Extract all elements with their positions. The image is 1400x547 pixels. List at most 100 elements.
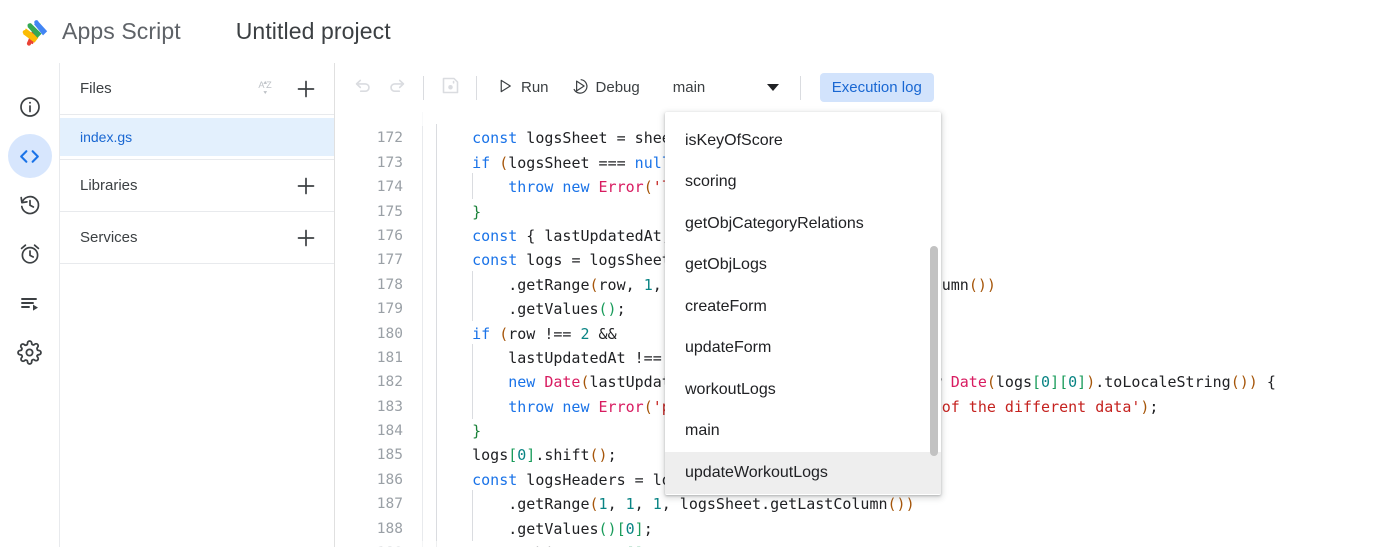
code-text: const logs = logsSheet: [436, 246, 671, 273]
code-text: .getValues()[0];: [436, 514, 653, 542]
line-number: 179: [376, 301, 403, 318]
line-number: 177: [376, 252, 403, 269]
add-library-button[interactable]: [292, 172, 320, 200]
function-dropdown-item-label: updateWorkoutLogs: [685, 463, 828, 481]
sidebar-item-triggers-history[interactable]: [8, 183, 52, 227]
sidebar-item-overview[interactable]: [8, 85, 52, 129]
gutter-divider: [416, 150, 436, 176]
services-header-label: Services: [80, 229, 138, 246]
code-token: ,: [634, 495, 653, 514]
function-dropdown-item[interactable]: scoring: [665, 162, 941, 204]
code-token: (: [589, 495, 599, 514]
debug-button[interactable]: Debug: [561, 72, 650, 104]
code-token: 0: [517, 446, 527, 465]
function-dropdown-item[interactable]: isKeyOfScore: [665, 120, 941, 162]
indent-guide: [436, 173, 472, 200]
run-button[interactable]: Run: [486, 72, 559, 104]
code-token: logs: [472, 446, 509, 465]
code-token: (: [643, 397, 653, 416]
code-token: .shift: [535, 446, 590, 465]
redo-button[interactable]: [380, 71, 414, 105]
indent-guide: [436, 148, 472, 176]
indent-guide: [436, 417, 472, 444]
code-token: ;: [616, 300, 626, 319]
code-text: .getValues();: [436, 295, 626, 322]
code-token: new: [562, 397, 599, 416]
function-select[interactable]: main: [660, 70, 791, 105]
line-number: 184: [376, 423, 403, 440]
code-token: ): [1086, 373, 1096, 392]
sidebar-item-triggers[interactable]: [8, 232, 52, 276]
code-token: new: [562, 178, 599, 197]
execution-log-button[interactable]: Execution log: [819, 73, 934, 102]
code-token: , logsSheet.getLastColumn: [661, 495, 888, 514]
info-icon: [18, 95, 42, 119]
save-floppy-icon: [440, 75, 461, 101]
code-token: ]: [1050, 373, 1060, 392]
code-token: 2: [580, 324, 590, 343]
indent-guide: [472, 514, 508, 542]
gutter-divider: [416, 272, 436, 298]
indent-guide: [472, 368, 508, 395]
code-token: const: [472, 470, 527, 489]
code-text: if (logsSheet === null) {: [436, 148, 698, 176]
sidebar-item-executions[interactable]: [8, 281, 52, 325]
line-number: 173: [376, 154, 403, 171]
function-dropdown-menu: isKeyOfScore scoring getObjCategoryRelatio…: [665, 112, 941, 495]
code-token: 0: [1068, 373, 1078, 392]
function-dropdown-item[interactable]: main: [665, 411, 941, 453]
sort-az-icon[interactable]: A Z: [254, 75, 282, 103]
code-token: (: [643, 178, 653, 197]
gear-icon: [17, 339, 42, 365]
code-token: (: [499, 153, 509, 172]
function-dropdown-item[interactable]: workoutLogs: [665, 369, 941, 411]
dropdown-scrollbar[interactable]: [930, 246, 938, 456]
gutter-divider: [416, 321, 436, 347]
code-token: ): [905, 495, 915, 514]
sidebar-item-editor[interactable]: [7, 134, 52, 178]
apps-script-logo-icon[interactable]: [14, 12, 58, 52]
code-text: }: [436, 197, 481, 224]
libraries-section-header[interactable]: Libraries: [60, 160, 334, 212]
function-dropdown-item[interactable]: updateWorkoutLogs: [665, 452, 941, 494]
save-button[interactable]: [433, 71, 467, 105]
function-dropdown-item[interactable]: getObjLogs: [665, 245, 941, 287]
services-section-header[interactable]: Services: [60, 212, 334, 264]
add-service-button[interactable]: [292, 224, 320, 252]
file-name-label: index.gs: [80, 129, 133, 145]
indent-guide: [436, 246, 472, 273]
add-file-button[interactable]: [292, 75, 320, 103]
undo-icon: [352, 74, 374, 101]
code-token: (): [598, 519, 617, 538]
code-token: lastUpdatedAt !==: [508, 348, 671, 367]
code-token: 1: [598, 495, 608, 514]
gutter-divider: [416, 541, 436, 547]
code-token: &&: [589, 324, 617, 343]
function-dropdown-item-label: getObjCategoryRelations: [685, 214, 864, 232]
code-token: (): [887, 495, 906, 514]
gutter-divider: [416, 467, 436, 493]
code-token: logs: [995, 373, 1033, 392]
gutter-divider: [416, 492, 436, 518]
code-token: ]: [634, 519, 644, 538]
code-token: logsSheet ===: [508, 153, 635, 172]
code-line: 188 .getValues()[0];: [336, 514, 1400, 542]
line-number: 182: [376, 374, 403, 391]
redo-icon: [386, 74, 408, 101]
indent-guide: [436, 197, 472, 224]
project-title-label[interactable]: Untitled project: [236, 18, 391, 45]
editor-toolbar: Run Debug main Execution log: [336, 63, 1400, 112]
undo-button[interactable]: [346, 71, 380, 105]
function-dropdown-item[interactable]: createForm: [665, 286, 941, 328]
function-dropdown-item[interactable]: updateForm: [665, 328, 941, 370]
code-token: logs = logsSheet: [526, 251, 671, 270]
indent-guide: [472, 343, 508, 371]
code-token: [: [508, 446, 518, 465]
list-item[interactable]: index.gs: [60, 118, 334, 156]
function-dropdown-item[interactable]: getObjCategoryRelations: [665, 203, 941, 245]
apps-script-window: Apps Script Untitled project Files A Z i…: [0, 0, 1400, 547]
sidebar-item-project-settings[interactable]: [8, 330, 52, 374]
code-token: ;: [1149, 397, 1159, 416]
code-token: ): [1248, 373, 1258, 392]
function-dropdown-item-label: isKeyOfScore: [685, 131, 783, 149]
